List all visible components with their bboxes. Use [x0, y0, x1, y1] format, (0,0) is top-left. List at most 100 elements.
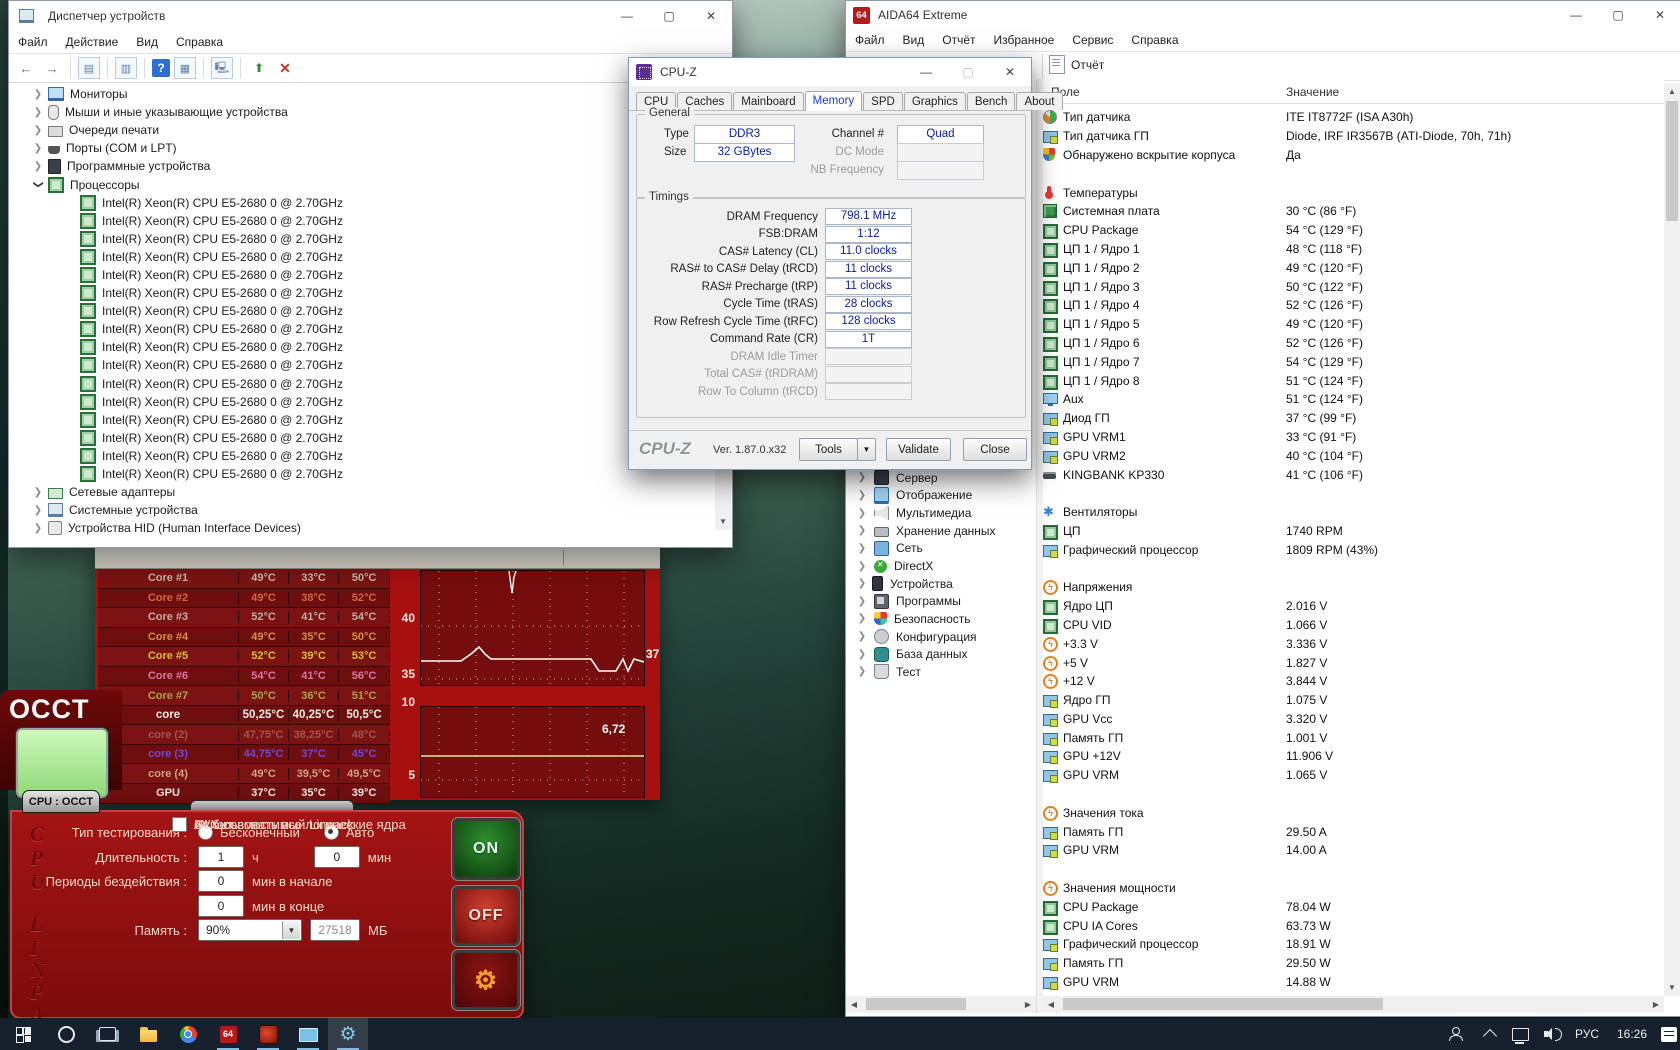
aida64-taskbar-button[interactable]: 64	[208, 1018, 248, 1050]
help-icon[interactable]: ?	[152, 59, 170, 77]
sensor-panel-hscrollbar[interactable]: ◀ ▶	[1043, 996, 1664, 1013]
sensor-row[interactable]: Графический процессор 18.91 W	[1043, 935, 1664, 954]
device-tree-item[interactable]: ❯ Системные устройства	[10, 501, 714, 519]
volume-tray-button[interactable]	[1536, 1018, 1568, 1050]
scrollbar-thumb[interactable]	[866, 998, 966, 1010]
device-tree-item[interactable]: ❯ Очереди печати	[10, 121, 714, 139]
chrome-button[interactable]	[168, 1018, 208, 1050]
category-tree-item[interactable]: ❯ Сервер	[846, 469, 1036, 487]
category-tree-item[interactable]: ❯ Отображение	[846, 486, 1036, 505]
duration-minutes-input[interactable]: 0	[313, 846, 360, 868]
scroll-right-icon[interactable]: ▶	[1020, 996, 1036, 1013]
sensor-row[interactable]: ЦП 1740 RPM	[1043, 522, 1664, 541]
scroll-down-icon[interactable]: ▼	[1664, 979, 1680, 996]
properties-icon[interactable]: ▥	[115, 57, 137, 79]
tools-dropdown-icon[interactable]: ▼	[857, 438, 876, 461]
start-button[interactable]	[0, 1018, 46, 1050]
left-panel-hscrollbar[interactable]: ◀ ▶	[846, 996, 1036, 1013]
sensor-row[interactable]: ЦП 1 / Ядро 1 48 °C (118 °F)	[1043, 240, 1664, 259]
category-tree-item[interactable]: ❯ Устройства	[846, 575, 1036, 593]
sensor-row[interactable]: ϟ Значения тока	[1043, 803, 1664, 822]
sensor-row[interactable]: ϟ +5 V 1.827 V	[1043, 653, 1664, 672]
sensor-row[interactable]: CPU IA Cores 63.73 W	[1043, 916, 1664, 935]
menu-item[interactable]: Избранное	[985, 33, 1064, 47]
expander-icon[interactable]: ❯	[854, 472, 870, 483]
network-tray-button[interactable]	[1504, 1018, 1536, 1050]
expander-icon[interactable]: ❯	[33, 177, 44, 193]
sensor-row[interactable]: Графический процессор 1809 RPM (43%)	[1043, 540, 1664, 559]
scroll-down-icon[interactable]: ▼	[715, 513, 731, 530]
device-tree-item[interactable]: ❯ Intel(R) Xeon(R) CPU E5-2680 0 @ 2.70G…	[10, 266, 714, 284]
sensor-row[interactable]: ЦП 1 / Ядро 3 50 °C (122 °F)	[1043, 277, 1664, 296]
occt-on-button[interactable]: ON	[451, 817, 521, 881]
action-center-button[interactable]	[1658, 1018, 1680, 1050]
minimize-button[interactable]: —	[905, 58, 947, 86]
device-tree-item[interactable]: ❯ Программные устройства	[10, 157, 714, 175]
sensor-row[interactable]: Системная плата 30 °C (86 °F)	[1043, 202, 1664, 221]
sensor-vertical-scrollbar[interactable]: ▲ ▼	[1664, 83, 1680, 996]
category-tree-item[interactable]: ❯ Конфигурация	[846, 628, 1036, 646]
category-tree-item[interactable]: ❯ Хранение данных	[846, 522, 1036, 540]
idle-end-input[interactable]: 0	[198, 895, 244, 917]
expander-icon[interactable]: ❯	[30, 487, 46, 498]
expander-icon[interactable]: ❯	[854, 490, 870, 501]
value-column-header[interactable]: Значение	[1286, 85, 1339, 99]
sensor-row[interactable]: Память ГП 1.001 V	[1043, 728, 1664, 747]
sensor-row[interactable]: GPU VRM 14.88 W	[1043, 973, 1664, 992]
device-tree-item[interactable]: ❯ Устройства HID (Human Interface Device…	[10, 519, 714, 537]
minimize-button[interactable]: —	[606, 1, 648, 31]
occt-cpu-tab[interactable]: CPU : OCCT	[22, 790, 100, 813]
expander-icon[interactable]: ❯	[854, 525, 870, 536]
expander-icon[interactable]: ❯	[854, 649, 870, 660]
sensor-row[interactable]: Ядро ГП 1.075 V	[1043, 691, 1664, 710]
expander-icon[interactable]: ❯	[854, 578, 870, 589]
sensor-row[interactable]: ЦП 1 / Ядро 6 52 °C (126 °F)	[1043, 334, 1664, 353]
cpuz-tab[interactable]: Bench	[966, 92, 1016, 110]
validate-button[interactable]: Validate	[886, 438, 951, 461]
sensor-row[interactable]: ϟ +12 V 3.844 V	[1043, 672, 1664, 691]
expander-icon[interactable]: ❯	[30, 107, 46, 118]
task-view-button[interactable]	[88, 1018, 126, 1050]
scroll-left-icon[interactable]: ◀	[1043, 996, 1059, 1013]
occt-taskbar-button[interactable]	[248, 1018, 288, 1050]
cpuz-tab[interactable]: Mainboard	[733, 92, 804, 110]
occt-settings-button[interactable]: ⚙	[451, 949, 521, 1011]
file-explorer-button[interactable]	[128, 1018, 168, 1050]
expander-icon[interactable]: ❯	[854, 561, 870, 572]
sensor-row[interactable]: Температуры	[1043, 183, 1664, 202]
maximize-button[interactable]: ▢	[947, 58, 989, 86]
sensor-row[interactable]: Память ГП 29.50 W	[1043, 954, 1664, 973]
memory-mb-input[interactable]: 27518	[310, 919, 360, 941]
uninstall-device-icon[interactable]: ✕	[274, 57, 296, 79]
occt-monitoring-titlebar[interactable]	[95, 548, 660, 569]
device-tree-item[interactable]: ❯ Intel(R) Xeon(R) CPU E5-2680 0 @ 2.70G…	[10, 429, 714, 447]
expander-icon[interactable]: ❯	[30, 125, 46, 136]
sensor-row[interactable]: KINGBANK KP330 41 °C (106 °F)	[1043, 465, 1664, 484]
sensor-row[interactable]: ЦП 1 / Ядро 7 54 °C (129 °F)	[1043, 352, 1664, 371]
device-tree-item[interactable]: ❯ Intel(R) Xeon(R) CPU E5-2680 0 @ 2.70G…	[10, 411, 714, 429]
language-indicator[interactable]: РУС	[1568, 1018, 1606, 1050]
expander-icon[interactable]: ❯	[30, 143, 46, 154]
menu-item[interactable]: Вид	[127, 35, 167, 49]
close-button[interactable]: ✕	[989, 58, 1031, 86]
dropdown-arrow-icon[interactable]: ▼	[282, 921, 300, 939]
device-tree-item[interactable]: ❯ Intel(R) Xeon(R) CPU E5-2680 0 @ 2.70G…	[10, 375, 714, 393]
expander-icon[interactable]: ❯	[30, 161, 46, 172]
device-tree-item[interactable]: ❯ Intel(R) Xeon(R) CPU E5-2680 0 @ 2.70G…	[10, 194, 714, 212]
tools-button[interactable]: Tools	[799, 438, 858, 461]
maximize-button[interactable]: ▢	[1597, 1, 1639, 29]
scroll-left-icon[interactable]: ◀	[846, 996, 862, 1013]
memory-percent-dropdown[interactable]: 90% ▼	[198, 919, 302, 941]
sensor-row[interactable]: ЦП 1 / Ядро 5 49 °C (120 °F)	[1043, 315, 1664, 334]
expander-icon[interactable]: ❯	[30, 89, 46, 100]
menu-item[interactable]: Справка	[167, 35, 232, 49]
device-tree-item[interactable]: ❯ Intel(R) Xeon(R) CPU E5-2680 0 @ 2.70G…	[10, 230, 714, 248]
checkbox-label[interactable]: Использовать все логические ядра	[194, 817, 406, 832]
device-tree-item[interactable]: ❯ Intel(R) Xeon(R) CPU E5-2680 0 @ 2.70G…	[10, 356, 714, 374]
expander-icon[interactable]: ❯	[30, 505, 46, 516]
device-tree-item[interactable]: ❯ Intel(R) Xeon(R) CPU E5-2680 0 @ 2.70G…	[10, 320, 714, 338]
category-tree-item[interactable]: ❯ Сеть	[846, 540, 1036, 558]
sensor-row[interactable]: GPU +12V 11.906 V	[1043, 747, 1664, 766]
device-tree-item[interactable]: ❯ Intel(R) Xeon(R) CPU E5-2680 0 @ 2.70G…	[10, 465, 714, 483]
duration-hours-input[interactable]: 1	[198, 846, 244, 868]
